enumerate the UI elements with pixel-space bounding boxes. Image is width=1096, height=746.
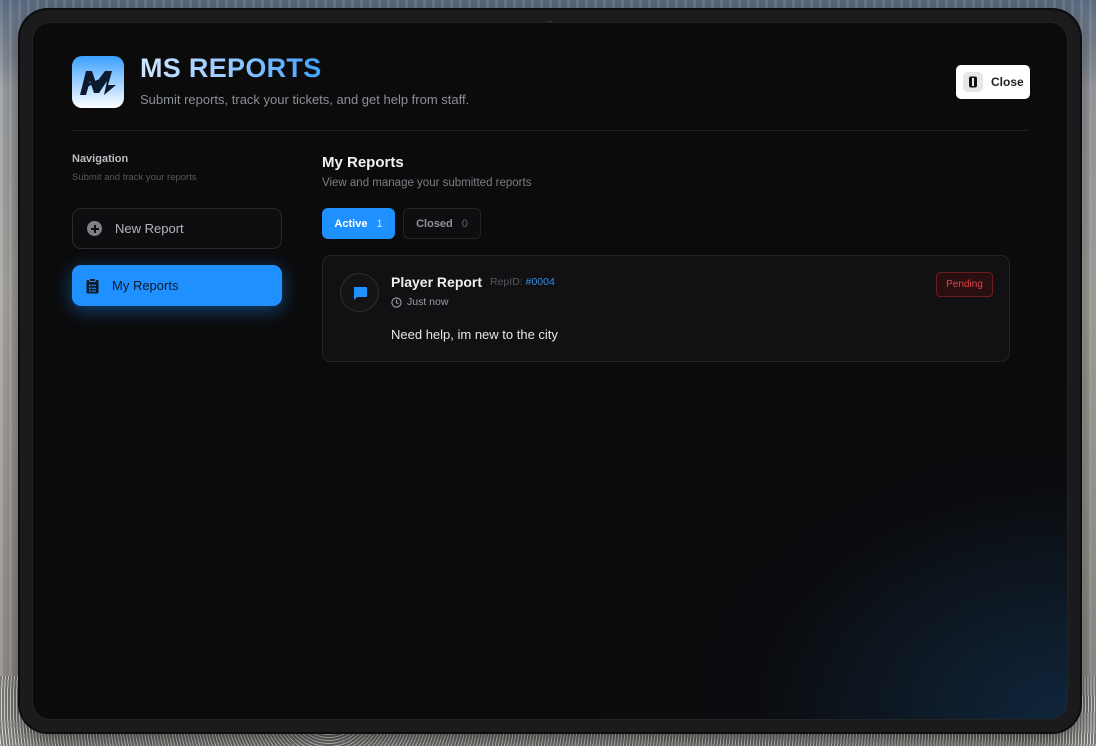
sidebar-item-new-report[interactable]: New Report	[72, 208, 282, 249]
tab-label: Active	[334, 217, 368, 230]
report-id-label: RepID:	[490, 276, 523, 288]
header-divider	[72, 130, 1028, 131]
sidebar-item-my-reports[interactable]: My Reports	[72, 265, 282, 306]
page-subtitle: View and manage your submitted reports	[322, 177, 532, 189]
report-card[interactable]: Player Report RepID: #0004 Just now Need…	[322, 255, 1010, 362]
page-title: My Reports	[322, 154, 404, 171]
tab-count: 1	[376, 217, 383, 230]
clipboard-icon	[86, 277, 99, 293]
status-badge: Pending	[936, 272, 993, 297]
app-title: MS REPORTS	[140, 53, 322, 83]
close-button-label: Close	[991, 75, 1024, 89]
plus-circle-icon	[87, 221, 102, 236]
nav-title: Navigation	[72, 153, 129, 165]
clock-icon	[391, 296, 402, 308]
tab-count: 0	[461, 217, 468, 230]
nav-subtitle: Submit and track your reports	[72, 172, 197, 183]
tab-label: Closed	[416, 217, 453, 230]
chat-bubble-icon	[340, 273, 379, 312]
report-message: Need help, im new to the city	[391, 327, 558, 342]
close-button[interactable]: Close	[956, 65, 1030, 99]
tablet-frame: MS REPORTS Submit reports, track your ti…	[20, 10, 1080, 732]
report-id: RepID: #0004	[490, 276, 555, 288]
app-logo	[72, 56, 124, 108]
app-subtitle: Submit reports, track your tickets, and …	[140, 92, 470, 107]
sidebar-item-label: New Report	[115, 221, 184, 236]
report-time: Just now	[391, 296, 448, 308]
tab-active[interactable]: Active 1	[322, 208, 395, 239]
tablet-screen: MS REPORTS Submit reports, track your ti…	[32, 22, 1068, 720]
report-title: Player Report	[391, 274, 483, 290]
report-id-number: #0004	[525, 276, 555, 288]
sidebar-item-label: My Reports	[112, 278, 179, 293]
report-time-label: Just now	[407, 296, 449, 308]
logo-mark-icon	[80, 71, 116, 95]
tablet-icon	[963, 72, 983, 92]
tab-closed[interactable]: Closed 0	[403, 208, 481, 239]
